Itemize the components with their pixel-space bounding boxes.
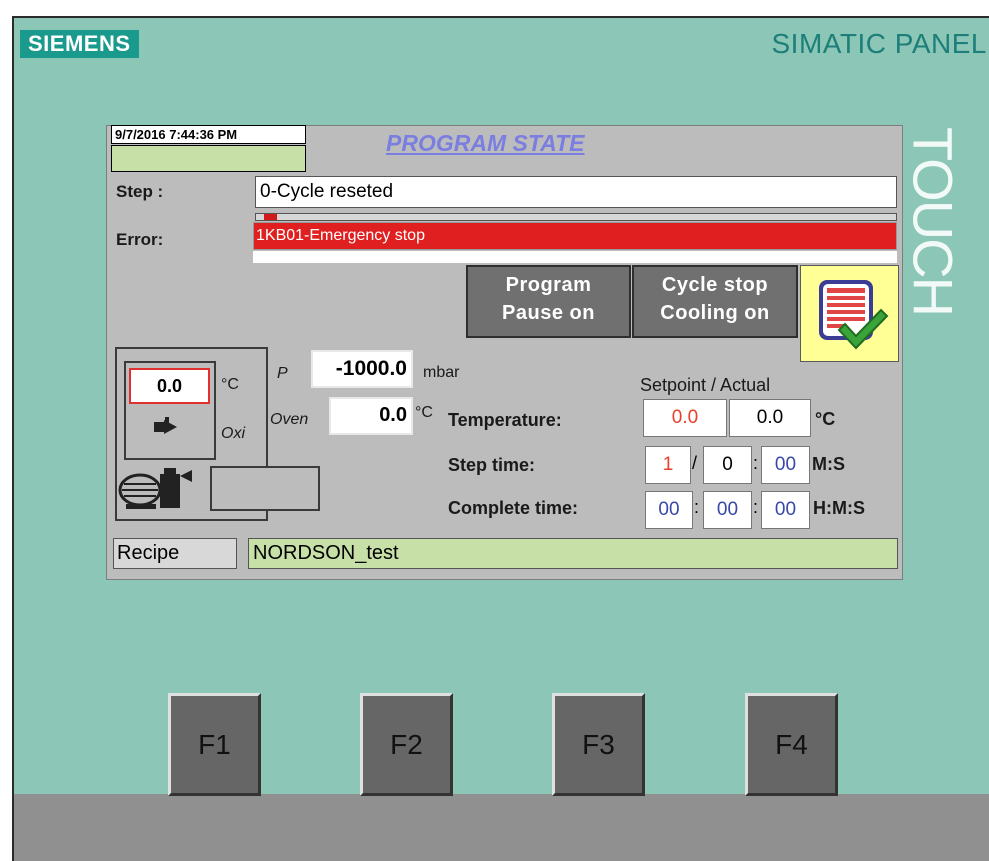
complete-time-colon-2: : — [753, 497, 759, 517]
oven-label: Oven — [270, 411, 309, 428]
oxi-label: Oxi — [221, 425, 245, 442]
touch-label-text: TOUCH — [901, 126, 965, 316]
f1-key[interactable]: F1 — [168, 693, 261, 796]
error-value-field: 1KB01-Emergency stop — [253, 222, 897, 250]
cycle-stop-button[interactable]: Cycle stop Cooling on — [632, 265, 798, 338]
f2-key[interactable]: F2 — [360, 693, 453, 796]
complete-time-hours-field: 00 — [645, 491, 693, 529]
complete-time-seconds-field: 00 — [761, 491, 810, 529]
error-underline-bar — [253, 251, 897, 263]
datetime-status-bar — [111, 145, 306, 172]
setpoint-actual-header: Setpoint / Actual — [640, 375, 771, 395]
datetime-display: 9/7/2016 7:44:36 PM — [111, 125, 306, 144]
f4-key[interactable]: F4 — [745, 693, 838, 796]
program-pause-line1: Program — [505, 274, 592, 296]
temperature-unit-label: °C — [815, 409, 836, 429]
temperature-label: Temperature: — [448, 410, 562, 430]
recipe-check-icon — [819, 280, 889, 350]
step-label: Step : — [116, 182, 164, 201]
step-time-colon: : — [753, 453, 759, 473]
step-time-label: Step time: — [448, 455, 536, 475]
siemens-logo: SIEMENS — [20, 30, 139, 58]
complete-time-minutes-field: 00 — [703, 491, 752, 529]
program-pause-line2: Pause on — [502, 302, 595, 324]
complete-time-colon-1: : — [694, 497, 700, 517]
pressure-label: P — [277, 365, 288, 382]
complete-time-label: Complete time: — [448, 498, 579, 518]
bezel-bottom-edge — [14, 794, 989, 861]
step-value-field: 0-Cycle reseted — [255, 176, 897, 208]
step-progress-fill — [264, 214, 277, 220]
temperature-actual-field: 0.0 — [729, 399, 811, 437]
cycle-stop-line1: Cycle stop — [661, 274, 769, 296]
step-progress-bar — [255, 213, 897, 221]
step-time-seconds-field: 00 — [761, 446, 810, 484]
oxygen-value-field: 0.0 — [129, 368, 210, 404]
vacuum-pump-icon — [118, 466, 206, 517]
cycle-stop-line2: Cooling on — [660, 302, 770, 324]
touch-label: TOUCH — [901, 126, 965, 316]
step-time-separator: / — [692, 453, 698, 473]
simatic-panel-label: SIMATIC PANEL — [771, 28, 987, 59]
step-time-unit-label: M:S — [812, 454, 845, 474]
recipe-check-button[interactable] — [800, 265, 899, 362]
recipe-label: Recipe — [113, 538, 237, 569]
oven-value-field: 0.0 — [329, 397, 413, 435]
pump-status-field — [210, 466, 320, 511]
recipe-name-field[interactable]: NORDSON_test — [248, 538, 898, 569]
error-label: Error: — [116, 230, 164, 249]
program-pause-button[interactable]: Program Pause on — [466, 265, 631, 338]
f3-key[interactable]: F3 — [552, 693, 645, 796]
step-time-minutes-field: 0 — [703, 446, 752, 484]
page-title: PROGRAM STATE — [386, 130, 585, 156]
valve-icon — [153, 416, 179, 443]
pressure-value-field: -1000.0 — [311, 350, 413, 388]
step-time-setpoint-field: 1 — [645, 446, 691, 484]
complete-time-unit-label: H:M:S — [813, 498, 865, 518]
oxygen-unit-label: °C — [221, 376, 239, 393]
temperature-setpoint-field: 0.0 — [643, 399, 727, 437]
pressure-unit-label: mbar — [423, 364, 460, 381]
oven-unit-label: °C — [415, 404, 433, 421]
